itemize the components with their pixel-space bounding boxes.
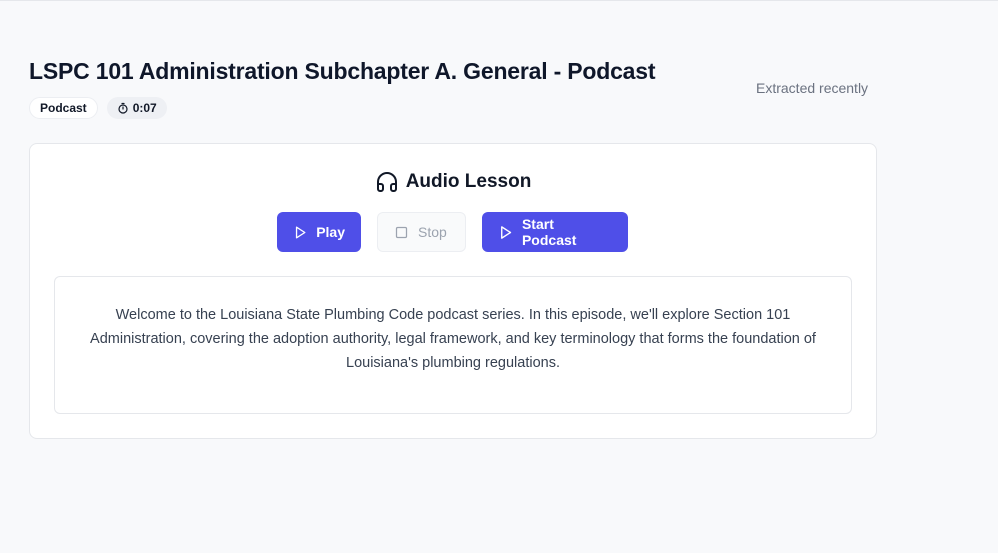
- headphones-icon: [376, 172, 397, 192]
- duration-badge: 0:07: [106, 97, 167, 119]
- audio-lesson-card: Audio Lesson Play Stop Start Podcast Wel…: [29, 143, 877, 439]
- playback-controls: Play Stop Start Podcast: [277, 212, 628, 252]
- play-label: Play: [316, 224, 345, 240]
- top-divider: [0, 0, 998, 1]
- stop-button[interactable]: Stop: [377, 212, 466, 252]
- stop-label: Stop: [418, 224, 447, 240]
- duration-value: 0:07: [132, 101, 157, 115]
- play-icon: [295, 226, 306, 238]
- stop-icon: [395, 226, 408, 238]
- extracted-status: Extracted recently: [756, 80, 869, 96]
- transcript-text: Welcome to the Louisiana State Plumbing …: [90, 307, 816, 371]
- stopwatch-icon: [118, 102, 128, 114]
- type-badge: Podcast: [29, 97, 98, 119]
- page-title: LSPC 101 Administration Subchapter A. Ge…: [29, 58, 656, 84]
- transcript-box: Welcome to the Louisiana State Plumbing …: [54, 276, 852, 414]
- card-header: Audio Lesson: [30, 170, 876, 194]
- play-button[interactable]: Play: [277, 212, 361, 252]
- card-title: Audio Lesson: [405, 171, 532, 192]
- play-icon: [501, 225, 512, 239]
- start-podcast-label: Start Podcast: [521, 216, 577, 248]
- start-podcast-button[interactable]: Start Podcast: [482, 212, 628, 252]
- badge-row: Podcast 0:07: [29, 97, 167, 119]
